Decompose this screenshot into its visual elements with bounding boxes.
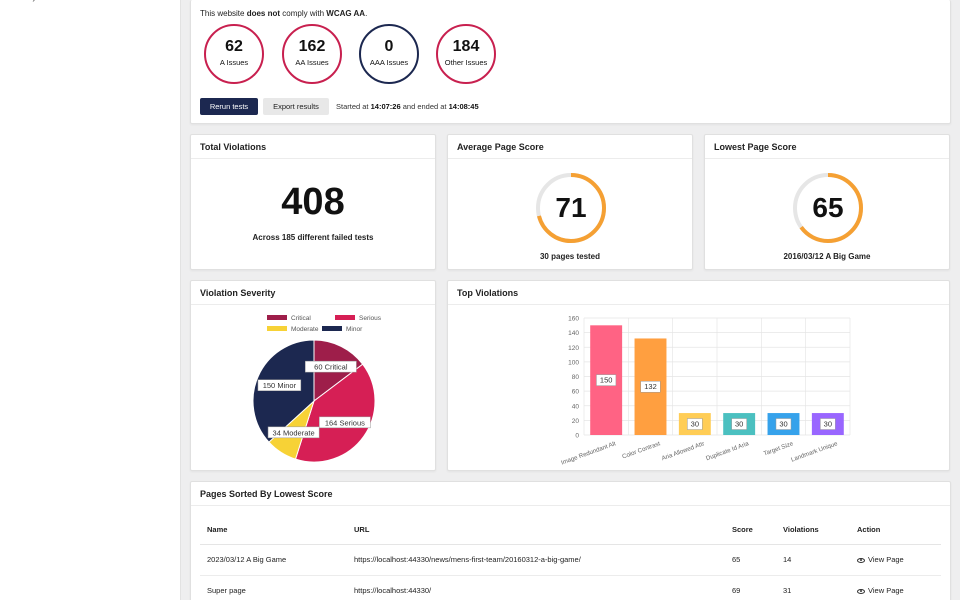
lowest-score-value: 65 <box>812 192 844 223</box>
page-name: Super page <box>200 575 347 600</box>
pages-table-card: Pages Sorted By Lowest Score Name URL Sc… <box>190 481 951 600</box>
slice-label: 164 Serious <box>325 418 365 427</box>
card-title: Violation Severity <box>191 281 435 305</box>
legend-swatch <box>322 326 342 331</box>
page-url: https://localhost:44330/news/mens-first-… <box>347 544 725 576</box>
col-url-header: URL <box>347 516 725 545</box>
page-score: 69 <box>725 575 776 600</box>
aaa-issues-badge: 0 AAA Issues <box>359 24 419 84</box>
y-tick-label: 120 <box>568 345 579 352</box>
page-score: 65 <box>725 544 776 576</box>
bar-value-label: 30 <box>735 420 743 429</box>
slice-label: 34 Moderate <box>273 428 315 437</box>
violation-severity-card: Violation Severity Critical Serious Modera… <box>190 280 436 471</box>
card-title: Average Page Score <box>448 135 692 159</box>
x-tick-label: Aria Allowed Attr <box>661 440 706 462</box>
page-violations: 31 <box>776 575 850 600</box>
average-score-subtitle: 30 pages tested <box>539 252 601 261</box>
top-violations-card: Top Violations 0 20 40 60 80 100 120 140 160 150 I… <box>447 280 950 471</box>
legend-swatch <box>267 315 287 320</box>
lowest-score-card: Lowest Page Score 65 2016/03/12 A Big Ga… <box>704 134 950 270</box>
legend-swatch <box>267 326 287 331</box>
y-tick-label: 140 <box>568 330 579 337</box>
bar-value-label: 30 <box>824 420 832 429</box>
bar-value-label: 30 <box>691 420 699 429</box>
export-results-button[interactable]: Export results <box>263 98 329 115</box>
card-title: Lowest Page Score <box>705 135 949 159</box>
sidebar-breadcrumb: • › <box>26 0 36 5</box>
card-title: Top Violations <box>448 281 949 305</box>
x-tick-label: Color Contrast <box>621 440 661 460</box>
table-row: 2023/03/12 A Big Game https://localhost:… <box>200 544 941 576</box>
summary-card: This website does not comply with WCAG A… <box>190 0 951 124</box>
bar-value-label: 150 <box>600 376 613 385</box>
total-violations-subtitle: Across 185 different failed tests <box>252 233 374 242</box>
col-violations-header: Violations <box>776 516 850 545</box>
total-violations-value: 408 <box>281 181 345 223</box>
x-tick-label: Landmark Unique <box>790 440 839 463</box>
slice-label: 60 Critical <box>314 363 348 372</box>
legend-label: Moderate <box>291 326 319 333</box>
legend-label: Minor <box>346 326 363 333</box>
aa-issues-badge: 162 AA Issues <box>282 24 342 84</box>
x-tick-label: Target Size <box>763 440 795 457</box>
y-tick-label: 80 <box>572 374 580 381</box>
average-score-card: Average Page Score 71 30 pages tested <box>447 134 693 270</box>
y-tick-label: 0 <box>575 433 579 440</box>
view-page-link[interactable]: View Page <box>850 544 941 576</box>
eye-icon <box>857 557 865 563</box>
y-tick-label: 60 <box>572 389 580 396</box>
sidebar: • › <box>0 0 181 600</box>
severity-pie-chart: Critical Serious Moderate Minor 60 Critical 1… <box>252 315 382 463</box>
a-issues-badge: 62 A Issues <box>204 24 264 84</box>
col-action-header: Action <box>850 516 941 545</box>
page-name: 2023/03/12 A Big Game <box>200 544 347 576</box>
y-tick-label: 20 <box>572 418 580 425</box>
test-run-times: Started at 14:07:26 and ended at 14:08:4… <box>336 102 479 111</box>
card-title: Pages Sorted By Lowest Score <box>191 482 950 506</box>
pages-table: Name URL Score Violations Action 2023/03… <box>200 516 941 600</box>
lowest-score-subtitle: 2016/03/12 A Big Game <box>783 252 871 261</box>
other-issues-badge: 184 Other Issues <box>436 24 496 84</box>
compliance-statement: This website does not comply with WCAG A… <box>200 9 368 18</box>
rerun-tests-button[interactable]: Rerun tests <box>200 98 258 115</box>
page-url: https://localhost:44330/ <box>347 575 725 600</box>
bar-value-label: 30 <box>779 420 787 429</box>
x-tick-label: Image Redundant Alt <box>560 440 617 466</box>
legend-swatch <box>335 315 355 320</box>
table-header-row: Name URL Score Violations Action <box>200 516 941 545</box>
col-score-header: Score <box>725 516 776 545</box>
eye-icon <box>857 588 865 594</box>
total-violations-card: Total Violations 408 Across 185 differen… <box>190 134 436 270</box>
legend-label: Critical <box>291 315 311 322</box>
view-page-link[interactable]: View Page <box>850 575 941 600</box>
x-tick-label: Duplicate Id Aria <box>705 440 750 462</box>
page-violations: 14 <box>776 544 850 576</box>
y-tick-label: 100 <box>568 359 579 366</box>
slice-label: 150 Minor <box>263 381 297 390</box>
legend-label: Serious <box>359 315 382 322</box>
average-score-value: 71 <box>555 192 587 223</box>
col-name-header: Name <box>200 516 347 545</box>
top-violations-bar-chart: 0 20 40 60 80 100 120 140 160 150 Image Redundant … <box>560 316 851 467</box>
bar-value-label: 132 <box>644 382 657 391</box>
table-row: Super page https://localhost:44330/ 69 3… <box>200 575 941 600</box>
y-tick-label: 40 <box>572 403 580 410</box>
y-tick-label: 160 <box>568 316 579 323</box>
card-title: Total Violations <box>191 135 435 159</box>
